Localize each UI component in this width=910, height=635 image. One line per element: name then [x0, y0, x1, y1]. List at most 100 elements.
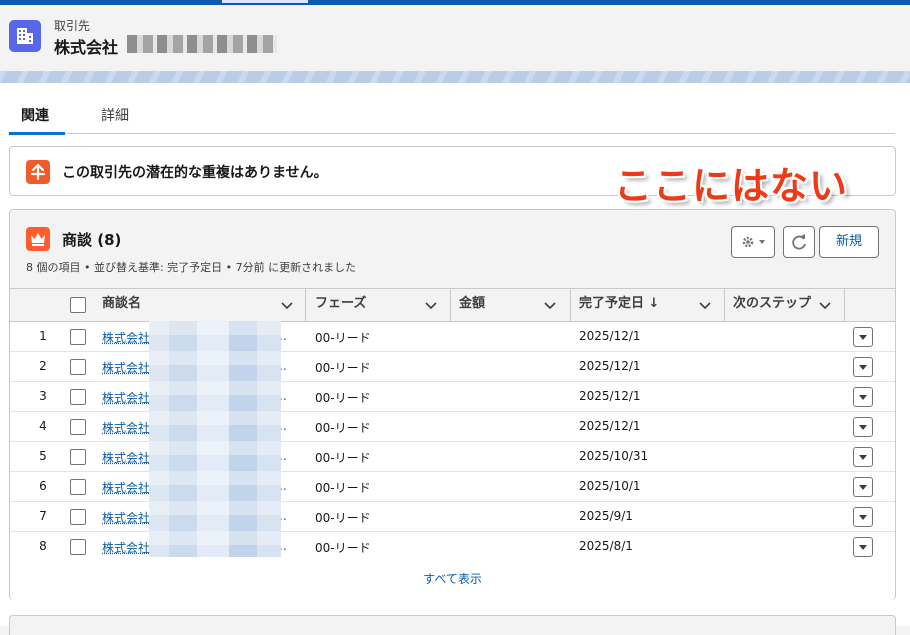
column-divider [450, 289, 451, 321]
row-checkbox[interactable] [70, 509, 86, 525]
view-all-link[interactable]: すべて表示 [10, 570, 895, 587]
row-checkbox[interactable] [70, 389, 86, 405]
close-date-cell: 2025/12/1 [579, 359, 641, 373]
workspace-tab-hint [222, 0, 308, 3]
chevron-down-icon[interactable] [818, 298, 832, 312]
phase-cell: 00-リード [315, 331, 371, 345]
table-row: 3 株式会社 .. 00-リード 2025/12/1 [10, 382, 895, 412]
related-list-title[interactable]: 商談 (8) [62, 229, 121, 250]
phase-cell: 00-リード [315, 451, 371, 465]
table-row: 5 株式会社 .. 00-リード 2025/10/31 [10, 442, 895, 472]
phase-cell: 00-リード [315, 361, 371, 375]
table-row: 6 株式会社 .. 00-リード 2025/10/1 [10, 472, 895, 502]
table-header: 商談名 フェーズ 金額 完了予定日 ↓ 次のステップ [10, 288, 895, 322]
row-action-icon[interactable] [853, 447, 873, 467]
chevron-down-icon[interactable] [424, 298, 438, 312]
opportunity-name-link[interactable]: 株式会社 [102, 449, 150, 466]
close-date-cell: 2025/12/1 [579, 329, 641, 343]
column-divider [305, 289, 306, 321]
chevron-down-icon[interactable] [698, 298, 712, 312]
row-action-icon[interactable] [853, 537, 873, 557]
record-content: 関連 詳細 この取引先の潜在的な重複はありません。 ここにはない 商談 (8) … [0, 83, 910, 635]
account-building-icon [9, 20, 41, 52]
duplicate-notice-text: この取引先の潜在的な重複はありません。 [62, 165, 328, 181]
close-date-cell: 2025/10/1 [579, 479, 641, 493]
select-all-checkbox[interactable] [70, 297, 86, 313]
row-checkbox[interactable] [70, 419, 86, 435]
refresh-button[interactable] [783, 226, 815, 258]
row-action-icon[interactable] [853, 477, 873, 497]
row-number: 5 [39, 449, 47, 463]
refresh-icon [792, 234, 806, 250]
close-date-cell: 2025/9/1 [579, 509, 633, 523]
gear-icon [742, 236, 765, 248]
row-action-icon[interactable] [853, 417, 873, 437]
record-name: 株式会社 [54, 38, 119, 57]
opportunity-crown-icon [26, 227, 50, 251]
row-number: 8 [39, 539, 47, 553]
duplicate-merge-icon [26, 160, 50, 184]
phase-cell: 00-リード [315, 391, 371, 405]
callout-annotation: ここにはない [614, 164, 849, 208]
row-checkbox[interactable] [70, 539, 86, 555]
list-settings-button[interactable] [731, 226, 775, 258]
row-checkbox[interactable] [70, 449, 86, 465]
row-checkbox[interactable] [70, 329, 86, 345]
phase-cell: 00-リード [315, 511, 371, 525]
close-date-cell: 2025/12/1 [579, 419, 641, 433]
record-header: 取引先 株式会社 [0, 5, 910, 71]
row-number: 1 [39, 329, 47, 343]
close-date-cell: 2025/10/31 [579, 449, 649, 463]
row-action-icon[interactable] [853, 507, 873, 527]
close-date-cell: 2025/12/1 [579, 389, 641, 403]
opportunity-name-link[interactable]: 株式会社 [102, 479, 150, 496]
column-divider [724, 289, 725, 321]
row-action-icon[interactable] [853, 387, 873, 407]
column-header-phase[interactable]: フェーズ [315, 289, 366, 321]
column-divider [570, 289, 571, 321]
phase-cell: 00-リード [315, 541, 371, 555]
column-header-name[interactable]: 商談名 [102, 289, 141, 321]
redacted-name [127, 35, 277, 53]
tab-details[interactable]: 詳細 [101, 105, 129, 125]
tab-related[interactable]: 関連 [21, 105, 49, 125]
next-related-list-card [9, 615, 896, 635]
header-decorative-band [0, 71, 910, 83]
opportunity-name-link[interactable]: 株式会社 [102, 419, 150, 436]
row-number: 7 [39, 509, 47, 523]
table-row: 7 株式会社 .. 00-リード 2025/9/1 [10, 502, 895, 532]
row-checkbox[interactable] [70, 359, 86, 375]
column-header-close-date[interactable]: 完了予定日 ↓ [579, 289, 659, 321]
row-number: 2 [39, 359, 47, 373]
row-action-icon[interactable] [853, 327, 873, 347]
opportunities-related-list: 商談 (8) 8 個の項目 • 並び替え基準: 完了予定日 • 7分前 に更新さ… [9, 209, 896, 600]
close-date-cell: 2025/8/1 [579, 539, 633, 553]
opportunity-name-link[interactable]: 株式会社 [102, 359, 150, 376]
related-list-subtitle: 8 個の項目 • 並び替え基準: 完了予定日 • 7分前 に更新されました [26, 261, 357, 274]
row-number: 6 [39, 479, 47, 493]
opportunity-name-link[interactable]: 株式会社 [102, 539, 150, 556]
chevron-down-icon[interactable] [280, 298, 294, 312]
row-number: 3 [39, 389, 47, 403]
object-type-label: 取引先 [54, 19, 91, 33]
phase-cell: 00-リード [315, 481, 371, 495]
redacted-names-overlay [149, 321, 281, 557]
column-divider [844, 289, 845, 321]
record-tabs: 関連 詳細 [9, 97, 895, 135]
opportunity-name-link[interactable]: 株式会社 [102, 509, 150, 526]
active-tab-indicator [9, 132, 65, 135]
row-action-icon[interactable] [853, 357, 873, 377]
related-list-footer: すべて表示 [10, 558, 895, 600]
table-row: 2 株式会社 .. 00-リード 2025/12/1 [10, 352, 895, 382]
row-number: 4 [39, 419, 47, 433]
new-opportunity-button[interactable]: 新規 [819, 226, 879, 258]
column-header-next-step[interactable]: 次のステップ [733, 289, 811, 321]
chevron-down-icon[interactable] [543, 298, 557, 312]
row-checkbox[interactable] [70, 479, 86, 495]
table-row: 4 株式会社 .. 00-リード 2025/12/1 [10, 412, 895, 442]
table-row: 1 株式会社 .. 00-リード 2025/12/1 [10, 322, 895, 352]
opportunity-name-link[interactable]: 株式会社 [102, 329, 150, 346]
phase-cell: 00-リード [315, 421, 371, 435]
column-header-amount[interactable]: 金額 [459, 289, 485, 321]
opportunity-name-link[interactable]: 株式会社 [102, 389, 150, 406]
